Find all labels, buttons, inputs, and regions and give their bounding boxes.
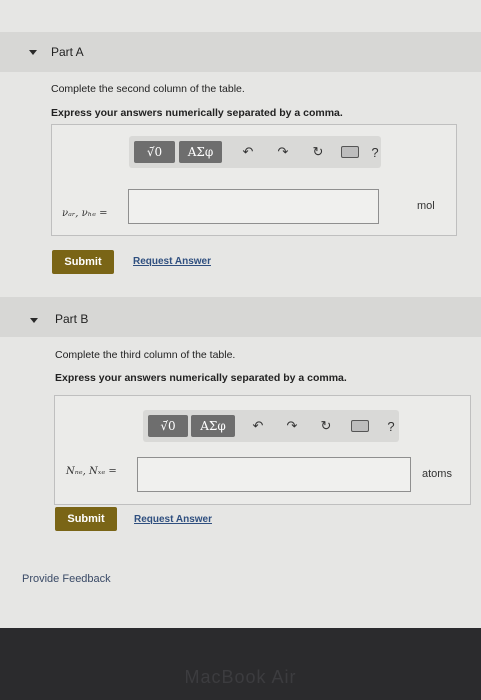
part-b-answer-input[interactable] [137,457,411,492]
greek-icon: ΑΣφ [187,145,214,159]
collapse-caret-icon[interactable] [30,318,38,323]
greek-symbols-button[interactable]: ΑΣφ [191,415,235,437]
part-a-math-toolbar: √̄0 ΑΣφ ↶ ↷ ↻ ? [129,136,381,168]
part-a-title: Part A [51,45,84,59]
part-a-express: Express your answers numerically separat… [51,107,343,119]
part-a-request-answer-link[interactable]: Request Answer [133,256,211,267]
provide-feedback-link[interactable]: Provide Feedback [22,573,111,585]
part-b-instruction: Complete the third column of the table. [55,349,236,361]
part-a-submit-button[interactable]: Submit [52,250,114,274]
help-icon[interactable]: ? [365,142,385,162]
collapse-caret-icon[interactable] [29,50,37,55]
part-b-request-answer-link[interactable]: Request Answer [134,514,212,525]
reset-icon[interactable]: ↻ [308,142,328,162]
redo-icon[interactable]: ↷ [273,142,293,162]
templates-icon: √̄0 [146,145,163,159]
part-a-answer-input[interactable] [128,189,379,224]
part-a-instruction: Complete the second column of the table. [51,83,245,95]
redo-icon[interactable]: ↷ [282,416,302,436]
templates-icon: √̄0 [160,419,176,433]
part-b-variable-label: Nₙₑ, Nₓₑ = [66,466,117,477]
part-b-express: Express your answers numerically separat… [55,372,347,384]
part-b-unit: atoms [422,468,452,480]
part-a-header[interactable]: Part A [0,32,481,72]
templates-button[interactable]: √̄0 [134,141,175,163]
templates-button[interactable]: √̄0 [148,415,188,437]
part-b-header[interactable]: Part B [0,297,481,337]
undo-icon[interactable]: ↶ [248,416,268,436]
undo-icon[interactable]: ↶ [238,142,258,162]
greek-symbols-button[interactable]: ΑΣφ [179,141,222,163]
part-b-submit-button[interactable]: Submit [55,507,117,531]
part-a-answer-box: √̄0 ΑΣφ ↶ ↷ ↻ ? νₐᵣ, νₕₑ = mol [51,124,457,236]
greek-icon: ΑΣφ [200,419,226,433]
part-b-title: Part B [55,312,89,326]
part-b-answer-box: √̄0 ΑΣφ ↶ ↷ ↻ ? Nₙₑ, Nₓₑ = atoms [54,395,471,505]
part-a-unit: mol [417,200,435,212]
part-b-math-toolbar: √̄0 ΑΣφ ↶ ↷ ↻ ? [143,410,399,442]
part-a-variable-label: νₐᵣ, νₕₑ = [62,208,108,219]
keyboard-icon[interactable] [340,142,360,162]
help-icon[interactable]: ? [381,416,401,436]
browser-viewport: Part A Complete the second column of the… [0,0,481,628]
reset-icon[interactable]: ↻ [316,416,336,436]
laptop-bezel-label: MacBook Air [184,667,297,687]
keyboard-icon[interactable] [350,416,370,436]
